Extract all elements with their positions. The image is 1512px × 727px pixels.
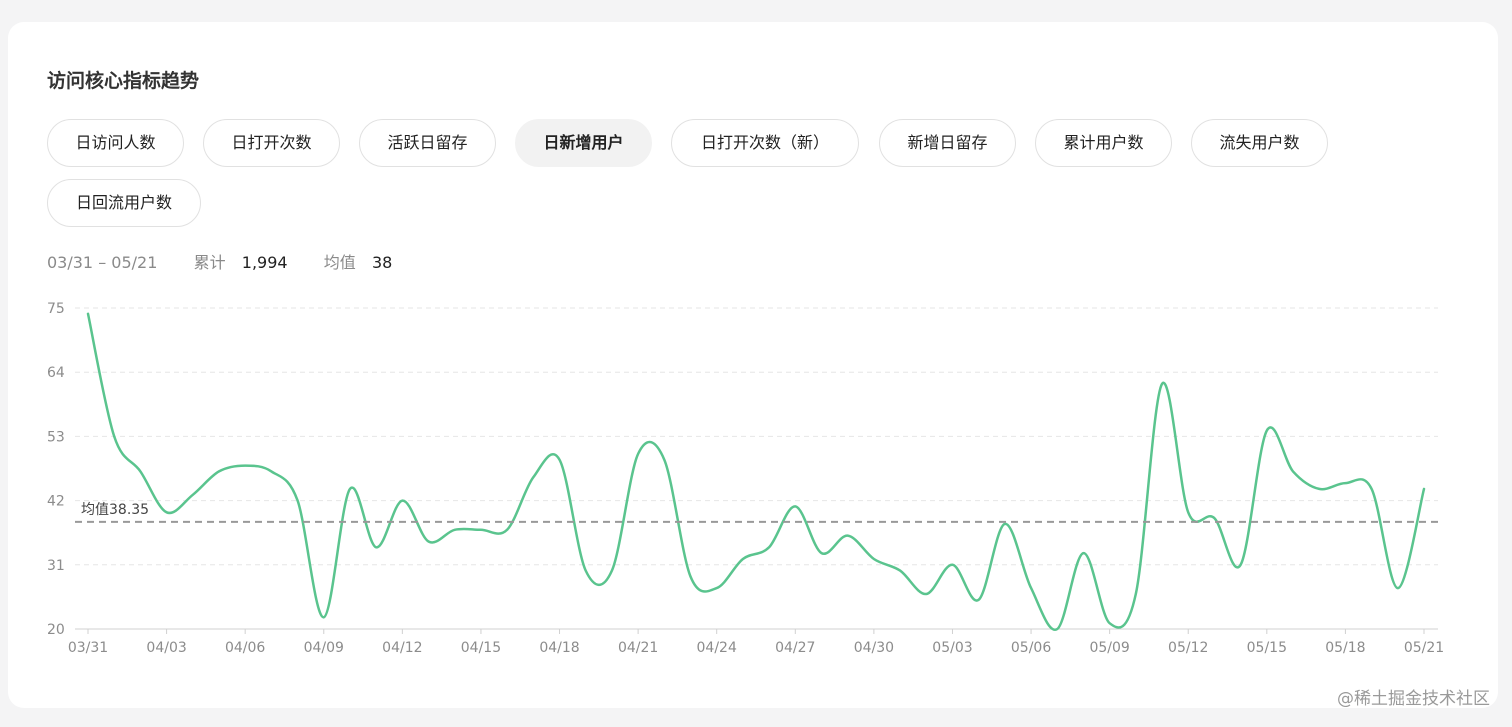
x-tick-label: 04/03 [146, 640, 186, 656]
x-tick-label: 05/09 [1089, 640, 1129, 656]
y-tick-label: 64 [47, 365, 65, 381]
x-tick-label: 04/30 [854, 640, 894, 656]
x-tick-label: 04/06 [225, 640, 265, 656]
x-tick-label: 04/24 [697, 640, 737, 656]
x-tick-label: 05/03 [932, 640, 972, 656]
x-tick-label: 04/15 [461, 640, 501, 656]
x-tick-label: 04/21 [618, 640, 658, 656]
x-tick-label: 05/21 [1404, 640, 1444, 656]
y-tick-label: 42 [47, 494, 65, 510]
x-tick-label: 04/09 [304, 640, 344, 656]
x-tick-label: 03/31 [68, 640, 108, 656]
x-tick-label: 04/18 [539, 640, 579, 656]
x-tick-label: 05/12 [1168, 640, 1208, 656]
watermark: @稀土掘金技术社区 [1337, 689, 1490, 709]
y-tick-label: 20 [47, 622, 65, 638]
y-tick-label: 75 [47, 301, 65, 317]
x-tick-label: 04/27 [775, 640, 815, 656]
x-tick-label: 05/18 [1325, 640, 1365, 656]
x-tick-label: 05/06 [1011, 640, 1051, 656]
average-line-label: 均值38.35 [81, 502, 149, 518]
x-tick-label: 04/12 [382, 640, 422, 656]
x-tick-label: 05/15 [1247, 640, 1287, 656]
y-tick-label: 53 [47, 429, 65, 445]
series-line [86, 312, 1426, 631]
y-tick-label: 31 [47, 558, 65, 574]
line-chart: 20 31 42 53 64 75 03/31 04/03 04/06 04/09 04/12 04/… [47, 301, 1444, 656]
